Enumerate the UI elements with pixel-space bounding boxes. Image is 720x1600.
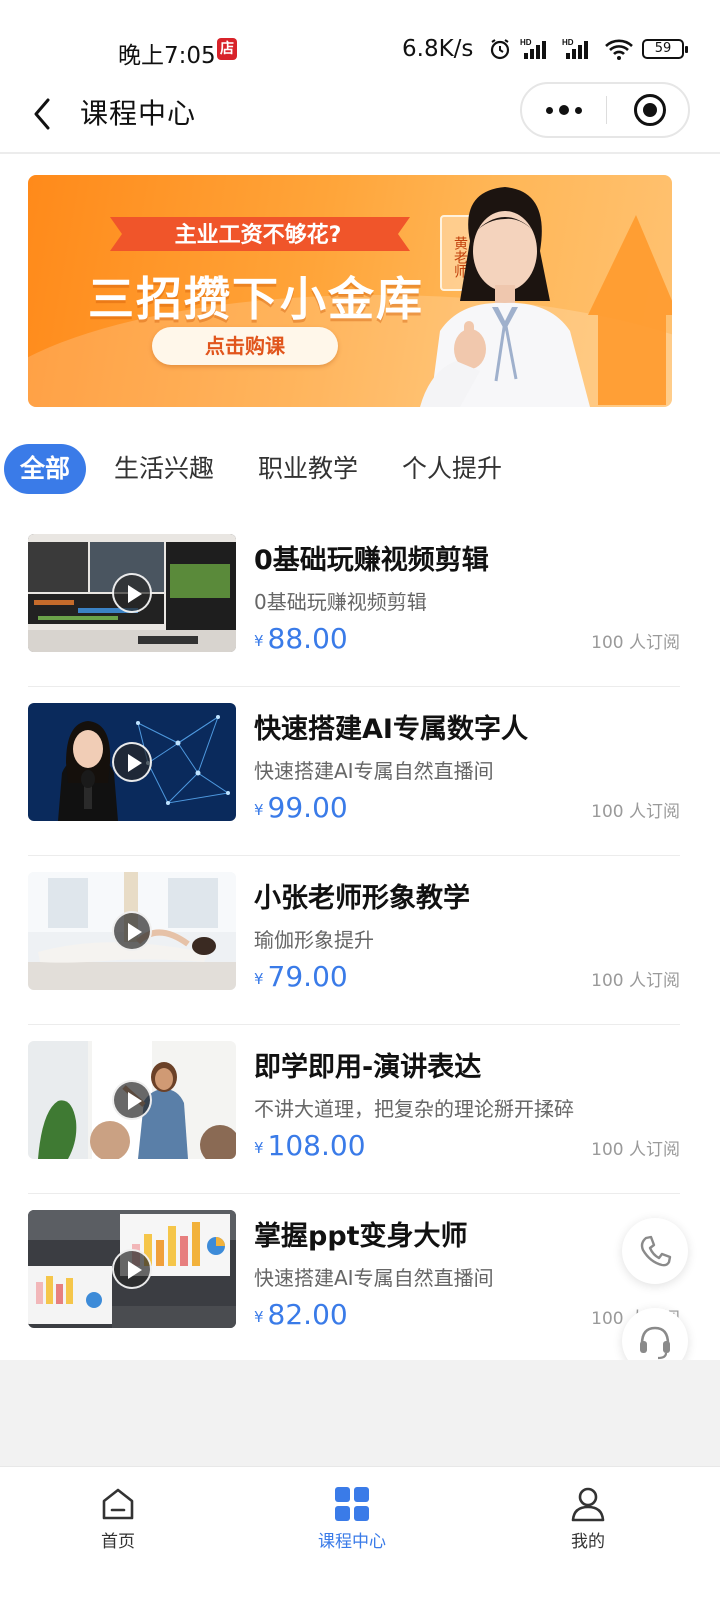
course-thumbnail[interactable] (28, 1041, 236, 1159)
status-icons: HD HD 59 (488, 34, 688, 64)
play-icon[interactable] (112, 1249, 152, 1289)
course-thumbnail[interactable] (28, 1210, 236, 1328)
wifi-icon (605, 39, 633, 60)
course-title: 即学即用-演讲表达 (254, 1052, 482, 1083)
tabbar-item-home[interactable]: 首页 (58, 1485, 178, 1552)
subscriber-count: 100 人订阅 (591, 971, 680, 991)
signal-hd-icon: HD (520, 38, 546, 59)
course-item[interactable]: 快速搭建AI专属数字人 快速搭建AI专属自然直播间 ¥99.00 100 人订阅 (28, 687, 680, 856)
play-icon[interactable] (112, 1080, 152, 1120)
miniprogram-capsule (520, 82, 690, 138)
currency-symbol: ¥ (254, 1308, 264, 1326)
course-price: ¥82.00 (254, 1298, 348, 1331)
course-title: 掌握ppt变身大师 (254, 1221, 468, 1252)
battery-icon: 59 (642, 39, 688, 59)
course-thumbnail[interactable] (28, 703, 236, 821)
signal-hd-icon-2: HD (562, 38, 588, 59)
course-list: 0基础玩赚视频剪辑 0基础玩赚视频剪辑 ¥88.00 100 人订阅 快速搭建A… (28, 518, 680, 1363)
page-title: 课程中心 (80, 97, 197, 130)
currency-symbol: ¥ (254, 970, 264, 988)
course-title: 小张老师形象教学 (254, 883, 470, 914)
course-title: 0基础玩赚视频剪辑 (254, 545, 489, 576)
course-price: ¥99.00 (254, 791, 348, 824)
svg-text:HD: HD (520, 38, 532, 47)
course-item[interactable]: 小张老师形象教学 瑜伽形象提升 ¥79.00 100 人订阅 (28, 856, 680, 1025)
course-price: ¥108.00 (254, 1129, 366, 1162)
back-arrow-icon[interactable] (26, 94, 62, 134)
network-speed: 6.8K/s (402, 36, 474, 62)
nav-bar: 课程中心 (0, 80, 720, 154)
course-item[interactable]: 0基础玩赚视频剪辑 0基础玩赚视频剪辑 ¥88.00 100 人订阅 (28, 518, 680, 687)
banner-title: 三招攒下小金库 (88, 272, 424, 326)
call-button[interactable] (622, 1218, 688, 1284)
home-icon (102, 1488, 134, 1520)
banner-subtitle: 主业工资不够花? (174, 223, 342, 248)
subscriber-count: 100 人订阅 (591, 802, 680, 822)
tabbar-label-home: 首页 (101, 1532, 135, 1552)
course-description: 瑜伽形象提升 (254, 928, 374, 952)
play-icon[interactable] (112, 911, 152, 951)
course-title: 快速搭建AI专属数字人 (254, 714, 528, 745)
price-value: 79.00 (267, 960, 348, 993)
course-thumbnail[interactable] (28, 872, 236, 990)
store-badge-icon: 店 (217, 38, 237, 60)
teacher-photo (420, 187, 590, 407)
bottom-tab-bar: 首页 课程中心 我的 (0, 1466, 720, 1600)
course-price: ¥79.00 (254, 960, 348, 993)
tab-all[interactable]: 全部 (4, 444, 87, 494)
tabbar-label-mine: 我的 (571, 1532, 605, 1552)
tab-self-improvement[interactable]: 个人提升 (402, 444, 502, 494)
course-item[interactable]: 即学即用-演讲表达 不讲大道理，把复杂的理论掰开揉碎 ¥108.00 100 人… (28, 1025, 680, 1194)
course-item[interactable]: 掌握ppt变身大师 快速搭建AI专属自然直播间 ¥82.00 100 人订阅 (28, 1194, 680, 1363)
user-icon (571, 1487, 605, 1522)
currency-symbol: ¥ (254, 1139, 264, 1157)
close-miniprogram-icon[interactable] (634, 94, 666, 126)
play-icon[interactable] (112, 573, 152, 613)
course-description: 快速搭建AI专属自然直播间 (254, 759, 494, 783)
price-value: 88.00 (267, 622, 348, 655)
status-time: 晚上7:05 (118, 43, 216, 69)
list-footer-area (0, 1360, 720, 1466)
capsule-divider (606, 96, 607, 124)
play-icon[interactable] (112, 742, 152, 782)
tab-life-interest[interactable]: 生活兴趣 (114, 444, 214, 494)
tab-career-teaching[interactable]: 职业教学 (258, 444, 358, 494)
course-thumbnail[interactable] (28, 534, 236, 652)
subscriber-count: 100 人订阅 (591, 633, 680, 653)
currency-symbol: ¥ (254, 801, 264, 819)
promo-banner[interactable]: 主业工资不够花? 三招攒下小金库 点击购课 黄老师 (28, 175, 672, 407)
phone-icon (640, 1235, 672, 1267)
more-options-icon[interactable] (522, 84, 606, 136)
course-description: 快速搭建AI专属自然直播间 (254, 1266, 494, 1290)
alarm-icon (490, 39, 510, 60)
price-value: 108.00 (267, 1129, 366, 1162)
course-description: 不讲大道理，把复杂的理论掰开揉碎 (254, 1097, 574, 1121)
price-value: 99.00 (267, 791, 348, 824)
subscriber-count: 100 人订阅 (591, 1140, 680, 1160)
grid-icon (335, 1487, 369, 1521)
tabbar-item-mine[interactable]: 我的 (528, 1485, 648, 1552)
price-value: 82.00 (267, 1298, 348, 1331)
tabbar-label-courses: 课程中心 (318, 1532, 386, 1552)
course-price: ¥88.00 (254, 622, 348, 655)
tabbar-item-courses[interactable]: 课程中心 (292, 1485, 412, 1552)
currency-symbol: ¥ (254, 632, 264, 650)
svg-text:HD: HD (562, 38, 574, 47)
buy-course-button[interactable]: 点击购课 (152, 327, 338, 365)
course-description: 0基础玩赚视频剪辑 (254, 590, 427, 614)
